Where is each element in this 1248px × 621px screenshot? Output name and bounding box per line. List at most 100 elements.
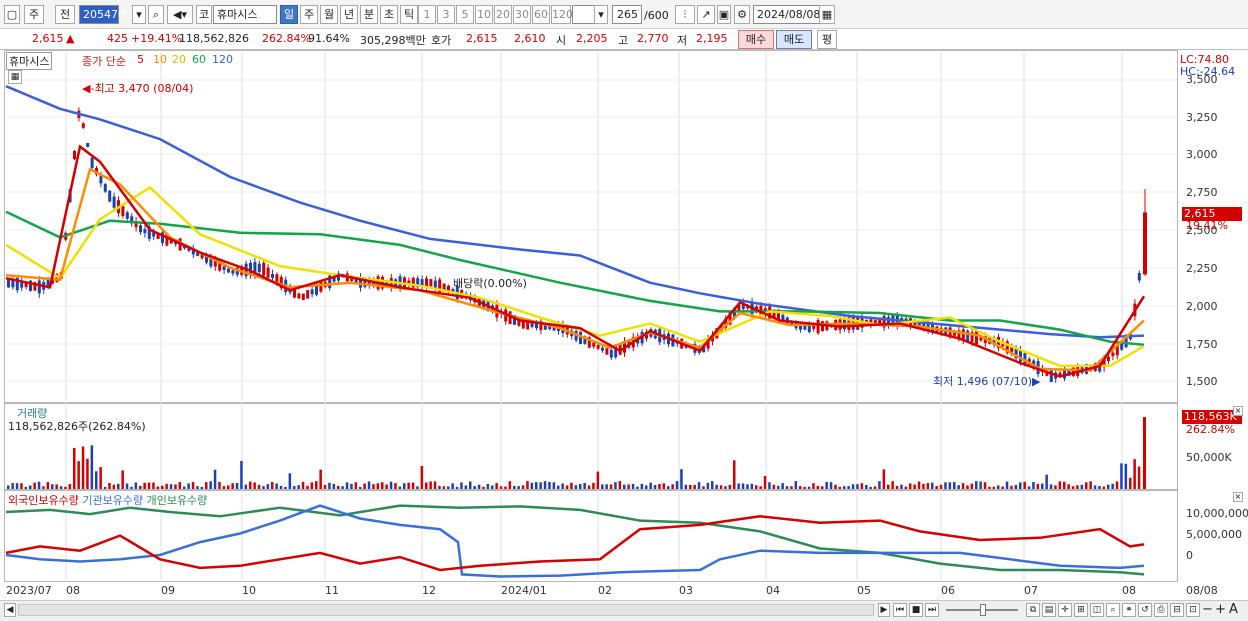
copy-icon[interactable]: ⧉ bbox=[1026, 603, 1040, 617]
volume-last-pct: 262.84% bbox=[1186, 423, 1235, 436]
x-label-10: 10 bbox=[242, 584, 256, 597]
candle-body bbox=[139, 225, 142, 233]
volume-bar bbox=[1067, 484, 1070, 489]
x-label-08b: 08 bbox=[1122, 584, 1136, 597]
candle-body bbox=[81, 123, 85, 128]
magnifier-icon[interactable]: ⌕ bbox=[1106, 603, 1120, 617]
volume-bar bbox=[865, 484, 868, 489]
legend-institution[interactable]: 기관보유수량 bbox=[82, 494, 143, 507]
volume-bar bbox=[200, 486, 204, 489]
candle-body bbox=[108, 190, 112, 202]
volume-bar bbox=[935, 486, 938, 489]
split-icon[interactable]: ⊞ bbox=[1074, 603, 1088, 617]
volume-bar bbox=[108, 482, 111, 489]
candle-body bbox=[297, 293, 301, 299]
volume-bar bbox=[829, 482, 833, 489]
last-page-icon[interactable]: ⏭ bbox=[925, 603, 939, 617]
volume-bar bbox=[442, 486, 446, 489]
stop-icon[interactable]: ■ bbox=[909, 603, 923, 617]
volume-bar bbox=[213, 469, 217, 489]
scroll-right-icon[interactable]: ▶ bbox=[878, 603, 890, 617]
volume-bar bbox=[662, 483, 666, 489]
candle-body bbox=[429, 279, 433, 287]
volume-bar bbox=[737, 483, 740, 489]
x-label-02: 02 bbox=[598, 584, 612, 597]
volume-bar bbox=[614, 482, 617, 489]
legend-foreign[interactable]: 외국인보유수량 bbox=[8, 494, 79, 507]
font-size-icon[interactable]: A bbox=[1229, 602, 1238, 617]
zoom-slider-thumb[interactable] bbox=[980, 604, 986, 616]
volume-bar bbox=[799, 486, 802, 489]
volume-bar bbox=[1063, 481, 1066, 489]
table-toggle-icon[interactable]: ▦ bbox=[8, 70, 22, 84]
volume-bar bbox=[235, 483, 239, 489]
volume-bar bbox=[372, 484, 375, 489]
candle-body bbox=[24, 283, 28, 288]
volume-bar bbox=[447, 486, 450, 489]
volume-bar bbox=[755, 485, 758, 489]
volume-bar bbox=[231, 483, 234, 489]
ma60-line bbox=[5, 210, 1145, 346]
layout-icon[interactable]: ▤ bbox=[1042, 603, 1056, 617]
horizontal-scrollbar[interactable] bbox=[18, 604, 874, 616]
volume-bar bbox=[499, 486, 503, 489]
volume-bar bbox=[583, 482, 586, 489]
zoom-out-icon[interactable]: − bbox=[1202, 602, 1213, 617]
volume-bar bbox=[1129, 477, 1132, 489]
volume-bar bbox=[363, 483, 366, 489]
volume-bar bbox=[552, 482, 556, 489]
candle-body bbox=[799, 325, 802, 330]
candle-body bbox=[231, 270, 235, 274]
volume-bar bbox=[359, 486, 362, 489]
x-label-2024-01: 2024/01 bbox=[501, 584, 547, 597]
print-icon[interactable]: ⎙ bbox=[1154, 603, 1168, 617]
volume-bar bbox=[653, 485, 657, 489]
crosshair-icon[interactable]: ✛ bbox=[1058, 603, 1072, 617]
volume-bar bbox=[548, 481, 551, 489]
volume-bar bbox=[1085, 482, 1088, 489]
candle-body bbox=[271, 274, 274, 278]
volume-bar bbox=[367, 481, 371, 489]
candle-body bbox=[1137, 272, 1141, 281]
grid-icon[interactable]: ⊟ bbox=[1170, 603, 1184, 617]
candle-body bbox=[73, 151, 76, 160]
volume-bar bbox=[1019, 482, 1022, 489]
volume-bar bbox=[856, 484, 859, 489]
volume-bar bbox=[579, 484, 582, 489]
volume-bar bbox=[486, 483, 490, 489]
zoom-fit-icon[interactable]: ⊡ bbox=[1186, 603, 1200, 617]
volume-bar bbox=[134, 482, 138, 489]
volume-bar bbox=[1120, 463, 1123, 489]
candle-body bbox=[596, 345, 600, 349]
volume-bar bbox=[174, 484, 177, 489]
ma-legend-10[interactable]: 10 bbox=[153, 53, 167, 66]
chart-type-icon[interactable]: ◫ bbox=[1090, 603, 1104, 617]
volume-bar bbox=[319, 469, 322, 489]
volume-close-icon[interactable]: × bbox=[1233, 406, 1243, 416]
volume-bar bbox=[143, 482, 146, 489]
scroll-left-icon[interactable]: ◀ bbox=[4, 603, 16, 617]
ma-legend-60[interactable]: 60 bbox=[192, 53, 206, 66]
volume-bar bbox=[51, 484, 54, 489]
reset-icon[interactable]: ↺ bbox=[1138, 603, 1152, 617]
volume-bar bbox=[1005, 481, 1009, 489]
volume-bar bbox=[574, 485, 578, 489]
volume-bar bbox=[631, 483, 635, 489]
legend-individual[interactable]: 개인보유수량 bbox=[147, 494, 208, 507]
holdings-close-icon[interactable]: × bbox=[1233, 492, 1243, 502]
volume-bar bbox=[561, 483, 564, 489]
holdings-y-tick-5m: 5,000,000 bbox=[1186, 528, 1242, 541]
volume-bar bbox=[337, 485, 340, 489]
ma-legend-20[interactable]: 20 bbox=[172, 53, 186, 66]
zoom-in-icon[interactable]: + bbox=[1215, 602, 1226, 617]
candle-body bbox=[601, 347, 604, 351]
link-icon[interactable]: ⚭ bbox=[1122, 603, 1136, 617]
y-tick-1500: 1,500 bbox=[1186, 375, 1218, 388]
volume-bar bbox=[451, 483, 454, 489]
volume-bar bbox=[42, 486, 45, 489]
ma-legend-5[interactable]: 5 bbox=[137, 53, 144, 66]
ma-legend-120[interactable]: 120 bbox=[212, 53, 233, 66]
volume-bar bbox=[183, 486, 186, 489]
first-page-icon[interactable]: ⏮ bbox=[893, 603, 907, 617]
stock-tag[interactable]: 휴마시스 bbox=[6, 52, 53, 70]
